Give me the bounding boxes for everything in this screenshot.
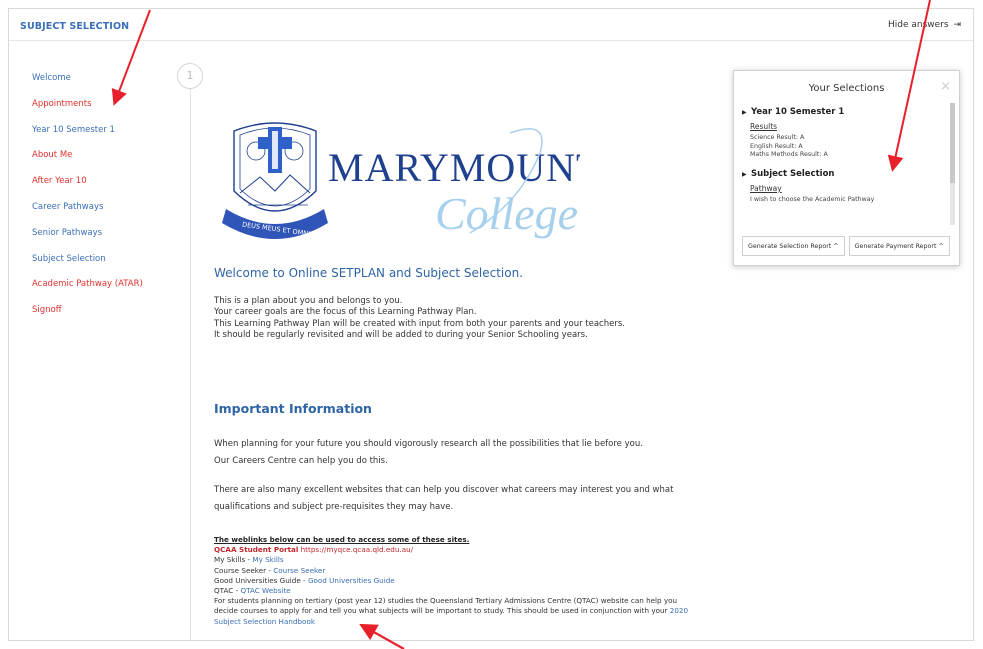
logo-script: College bbox=[435, 188, 578, 239]
intro-line: It should be regularly revisited and wil… bbox=[214, 330, 588, 341]
courseseeker-link[interactable]: Course Seeker bbox=[273, 566, 325, 575]
weblinks-section: The weblinks below can be used to access… bbox=[214, 535, 688, 627]
gug-link[interactable]: Good Universities Guide bbox=[308, 576, 395, 585]
hide-answers-button[interactable]: Hide answers ⇥ bbox=[888, 20, 961, 30]
websites-paragraph: There are also many excellent websites t… bbox=[214, 482, 673, 515]
tertiary-line-3: Subject Selection Handbook bbox=[214, 617, 688, 627]
qtac-link[interactable]: QTAC Website bbox=[240, 586, 290, 595]
sidebar-item-subject-selection[interactable]: Subject Selection bbox=[32, 254, 182, 280]
intro-text: This is a plan about you and belongs to … bbox=[214, 296, 625, 342]
courseseeker-prefix: Course Seeker - bbox=[214, 565, 274, 575]
intro-line: Your career goals are the focus of this … bbox=[214, 307, 477, 318]
tertiary-line-2: decide courses to apply for and tell you… bbox=[214, 606, 688, 616]
caret-right-icon: ▶ bbox=[742, 109, 747, 116]
myskills-line: My Skills - My Skills bbox=[214, 555, 688, 565]
important-heading: Important Information bbox=[214, 401, 372, 416]
paragraph-line: When planning for your future you should… bbox=[214, 439, 643, 449]
panel-title: Your Selections bbox=[808, 83, 885, 94]
sidebar-item-about-me[interactable]: About Me bbox=[32, 150, 182, 176]
sidebar-item-senior-pathways[interactable]: Senior Pathways bbox=[32, 228, 182, 254]
step-number: 1 bbox=[177, 63, 203, 89]
qtac-prefix: QTAC - bbox=[214, 586, 241, 596]
qtac-line: QTAC - QTAC Website bbox=[214, 586, 688, 596]
paragraph-line: Our Careers Centre can help you do this. bbox=[214, 455, 388, 466]
logo-name: MARYMOUNT bbox=[328, 145, 580, 190]
weblinks-intro: The weblinks below can be used to access… bbox=[214, 535, 470, 544]
welcome-heading: Welcome to Online SETPLAN and Subject Se… bbox=[214, 266, 523, 280]
section-heading-label: Subject Selection bbox=[751, 168, 835, 179]
your-selections-panel: Your Selections × ▶ Year 10 Semester 1 Re… bbox=[733, 70, 960, 266]
pathway-link[interactable]: Pathway bbox=[750, 184, 956, 193]
panel-scrollbar[interactable] bbox=[950, 103, 955, 225]
qcaa-link[interactable]: https://myqce.qcaa.qld.edu.au/ bbox=[301, 545, 413, 554]
sidebar-item-signoff[interactable]: Signoff bbox=[32, 305, 182, 331]
page-title: SUBJECT SELECTION bbox=[20, 21, 130, 32]
paragraph-line: There are also many excellent websites t… bbox=[214, 485, 674, 495]
close-icon[interactable]: × bbox=[940, 79, 951, 94]
tertiary-prefix: decide courses to apply for and tell you… bbox=[214, 606, 670, 616]
gug-line: Good Universities Guide - Good Universit… bbox=[214, 576, 688, 586]
tertiary-line: For students planning on tertiary (post … bbox=[214, 596, 678, 606]
pathway-item: I wish to choose the Academic Pathway bbox=[750, 195, 875, 203]
timeline-line bbox=[190, 67, 191, 640]
generate-selection-report-button[interactable]: Generate Selection Report ^ bbox=[742, 236, 845, 256]
sidebar-item-year10-semester1[interactable]: Year 10 Semester 1 bbox=[32, 125, 182, 151]
handbook-link-year[interactable]: 2020 bbox=[670, 606, 688, 615]
sidebar: Welcome Appointments Year 10 Semester 1 … bbox=[32, 73, 182, 331]
myskills-link[interactable]: My Skills bbox=[252, 555, 283, 564]
section-heading-label: Year 10 Semester 1 bbox=[751, 107, 845, 117]
exit-icon: ⇥ bbox=[953, 20, 961, 30]
top-bar: SUBJECT SELECTION Hide answers ⇥ bbox=[9, 9, 973, 41]
intro-line: This Learning Pathway Plan will be creat… bbox=[214, 318, 625, 329]
sidebar-item-after-year10[interactable]: After Year 10 bbox=[32, 176, 182, 202]
result-item: Science Result: A bbox=[750, 134, 805, 141]
sidebar-item-academic-pathway[interactable]: Academic Pathway (ATAR) bbox=[32, 279, 182, 305]
research-paragraph: When planning for your future you should… bbox=[214, 436, 643, 469]
qcaa-label: QCAA Student Portal bbox=[214, 545, 299, 555]
section-heading-subject-selection[interactable]: ▶ Subject Selection bbox=[742, 169, 956, 179]
sidebar-item-welcome[interactable]: Welcome bbox=[32, 73, 182, 99]
result-item: Maths Methods Result: A bbox=[750, 151, 828, 159]
scroll-thumb[interactable] bbox=[950, 103, 955, 183]
sidebar-item-appointments[interactable]: Appointments bbox=[32, 99, 182, 125]
paragraph-line: qualifications and subject pre-requisite… bbox=[214, 501, 454, 512]
hide-answers-label: Hide answers bbox=[888, 20, 949, 30]
results-link[interactable]: Results bbox=[750, 122, 956, 131]
section-heading-year10[interactable]: ▶ Year 10 Semester 1 bbox=[742, 107, 956, 117]
generate-payment-report-button[interactable]: Generate Payment Report ^ bbox=[848, 236, 950, 256]
courseseeker-line: Course Seeker - Course Seeker bbox=[214, 566, 688, 576]
myskills-prefix: My Skills - bbox=[214, 555, 253, 565]
intro-line: This is a plan about you and belongs to … bbox=[214, 296, 403, 306]
handbook-link[interactable]: Subject Selection Handbook bbox=[214, 617, 315, 626]
gug-prefix: Good Universities Guide - bbox=[214, 575, 308, 585]
caret-right-icon: ▶ bbox=[742, 170, 747, 178]
panel-buttons: Generate Selection Report ^ Generate Pay… bbox=[742, 236, 950, 256]
marymount-college-logo: DEUS MEUS ET OMNIA MARYMOUNT College bbox=[222, 122, 580, 239]
qcaa-line: QCAA Student Portal https://myqce.qcaa.q… bbox=[214, 545, 688, 555]
result-item: English Result: A bbox=[750, 142, 803, 150]
sidebar-item-career-pathways[interactable]: Career Pathways bbox=[32, 202, 182, 228]
panel-body: ▶ Year 10 Semester 1 Results Science Resu… bbox=[742, 105, 956, 225]
